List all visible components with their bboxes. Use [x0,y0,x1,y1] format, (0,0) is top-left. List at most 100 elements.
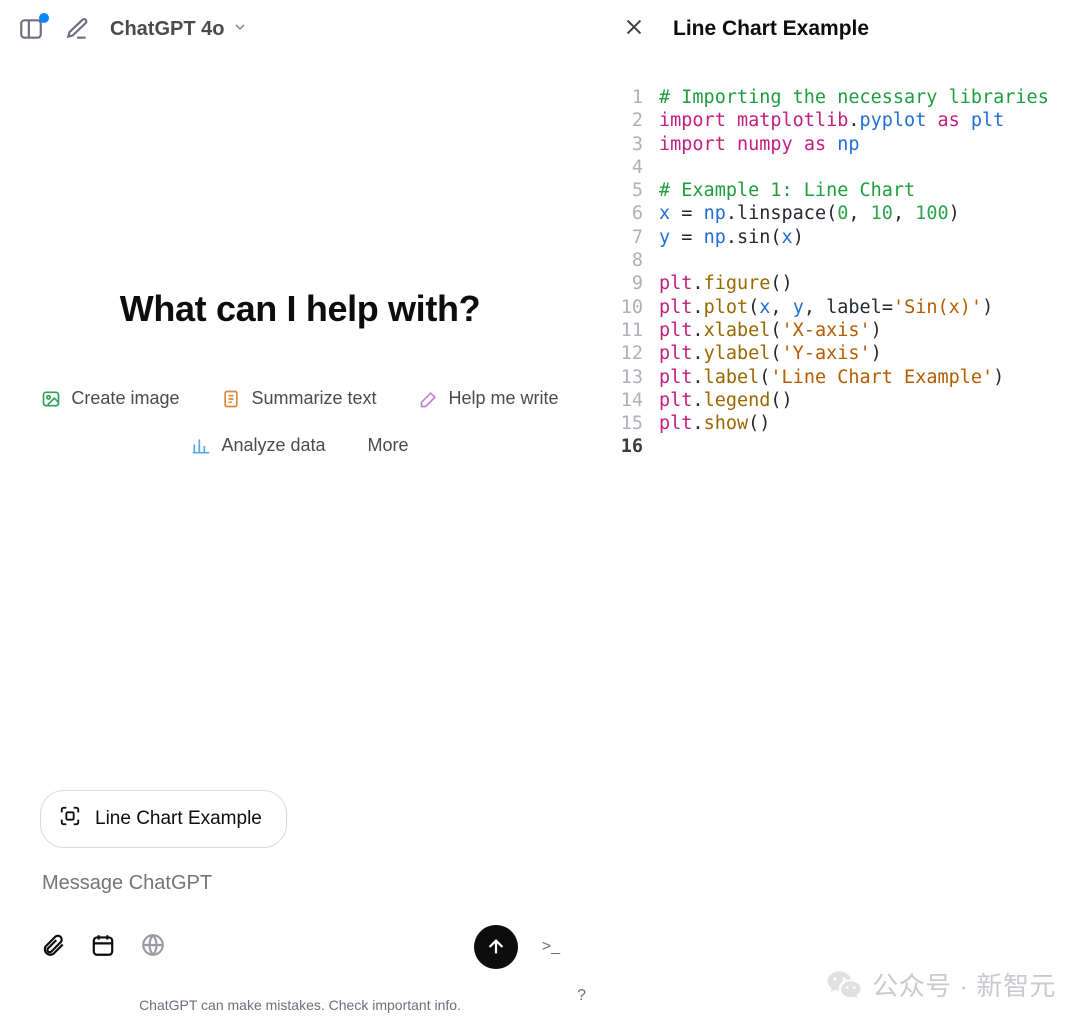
code-content: import numpy as np [659,133,1062,156]
line-number: 4 [601,156,659,179]
code-content: plt.show() [659,412,1062,435]
code-line[interactable]: 14plt.legend() [601,389,1062,412]
line-number: 16 [601,435,659,458]
code-line[interactable]: 4 [601,156,1062,179]
suggestion-label: Create image [71,388,179,409]
watermark-text: 公众号 · 新智元 [872,966,1056,1003]
chat-panel: ChatGPT 4o What can I help with? Create … [0,0,600,1031]
code-content: plt.legend() [659,389,1062,412]
attach-button[interactable] [40,932,66,963]
close-canvas-button[interactable] [623,16,645,43]
web-button[interactable] [140,932,166,963]
code-line[interactable]: 15plt.show() [601,412,1062,435]
line-number: 11 [601,319,659,342]
watermark: 公众号 · 新智元 [826,966,1056,1003]
composer-toolbar: >_ [40,925,560,969]
message-input[interactable] [40,868,560,899]
calendar-icon [90,932,116,958]
pen-icon [419,389,439,409]
code-content [659,156,1062,179]
line-number: 10 [601,296,659,319]
code-content [659,435,1062,458]
code-line[interactable]: 13plt.label('Line Chart Example') [601,366,1062,389]
notification-dot [39,13,49,23]
code-line[interactable]: 5# Example 1: Line Chart [601,179,1062,202]
code-content: plt.plot(x, y, label='Sin(x)') [659,296,1062,319]
code-line[interactable]: 11plt.xlabel('X-axis') [601,319,1062,342]
scan-icon [59,805,81,833]
code-editor[interactable]: 1# Importing the necessary libraries2imp… [601,58,1080,1031]
suggestion-label: Help me write [449,388,559,409]
line-number: 15 [601,412,659,435]
suggestion-label: Analyze data [221,435,325,456]
code-line[interactable]: 16 [601,435,1062,458]
image-icon [41,389,61,409]
code-line[interactable]: 2import matplotlib.pyplot as plt [601,109,1062,132]
model-name: ChatGPT 4o [110,18,224,41]
attachment-chip[interactable]: Line Chart Example [40,790,287,848]
code-content: plt.figure() [659,272,1062,295]
code-line[interactable]: 3import numpy as np [601,133,1062,156]
line-number: 13 [601,366,659,389]
code-line[interactable]: 8 [601,249,1062,272]
code-content: # Example 1: Line Chart [659,179,1062,202]
code-line[interactable]: 9plt.figure() [601,272,1062,295]
line-number: 6 [601,202,659,225]
sidebar-toggle-button[interactable] [18,16,44,42]
line-number: 2 [601,109,659,132]
code-content: y = np.sin(x) [659,226,1062,249]
disclaimer: ChatGPT can make mistakes. Check importa… [40,997,560,1013]
chart-icon [191,436,211,456]
composer: Line Chart Example >_ ChatGPT can make m… [0,790,600,1031]
canvas-header: Line Chart Example [601,0,1080,58]
suggestion-create-image[interactable]: Create image [35,384,185,413]
suggestion-more[interactable]: More [362,431,415,460]
new-chat-icon [64,16,90,42]
canvas-panel: Line Chart Example 1# Importing the nece… [600,0,1080,1031]
document-icon [221,389,241,409]
line-number: 8 [601,249,659,272]
new-chat-button[interactable] [64,16,90,42]
code-content: x = np.linspace(0, 10, 100) [659,202,1062,225]
line-number: 1 [601,86,659,109]
canvas-title: Line Chart Example [673,17,869,41]
code-line[interactable]: 7y = np.sin(x) [601,226,1062,249]
close-icon [623,16,645,38]
code-content: # Importing the necessary libraries [659,86,1062,109]
paperclip-icon [40,932,66,958]
send-button[interactable] [474,925,518,969]
help-button[interactable]: ? [577,987,586,1005]
globe-icon [140,932,166,958]
line-number: 12 [601,342,659,365]
code-line[interactable]: 1# Importing the necessary libraries [601,86,1062,109]
suggestion-help-me-write[interactable]: Help me write [413,384,565,413]
prompt-caret: >_ [542,938,560,956]
headline: What can I help with? [120,288,480,330]
code-content [659,249,1062,272]
chevron-down-icon [232,18,248,41]
line-number: 5 [601,179,659,202]
hero-section: What can I help with? Create image Summa… [0,288,600,460]
code-line[interactable]: 6x = np.linspace(0, 10, 100) [601,202,1062,225]
line-number: 14 [601,389,659,412]
line-number: 9 [601,272,659,295]
suggestion-label: More [368,435,409,456]
code-content: plt.xlabel('X-axis') [659,319,1062,342]
send-up-icon [485,936,507,958]
suggestion-label: Summarize text [251,388,376,409]
code-line[interactable]: 10plt.plot(x, y, label='Sin(x)') [601,296,1062,319]
line-number: 3 [601,133,659,156]
tools-button[interactable] [90,932,116,963]
suggestion-summarize-text[interactable]: Summarize text [215,384,382,413]
wechat-icon [826,967,862,1003]
top-bar: ChatGPT 4o [0,0,600,58]
line-number: 7 [601,226,659,249]
suggestion-analyze-data[interactable]: Analyze data [185,431,331,460]
attachment-label: Line Chart Example [95,808,262,830]
model-picker[interactable]: ChatGPT 4o [110,18,248,41]
code-content: plt.ylabel('Y-axis') [659,342,1062,365]
code-content: plt.label('Line Chart Example') [659,366,1062,389]
suggestion-row: Create image Summarize text Help me writ… [20,384,580,460]
code-line[interactable]: 12plt.ylabel('Y-axis') [601,342,1062,365]
code-content: import matplotlib.pyplot as plt [659,109,1062,132]
